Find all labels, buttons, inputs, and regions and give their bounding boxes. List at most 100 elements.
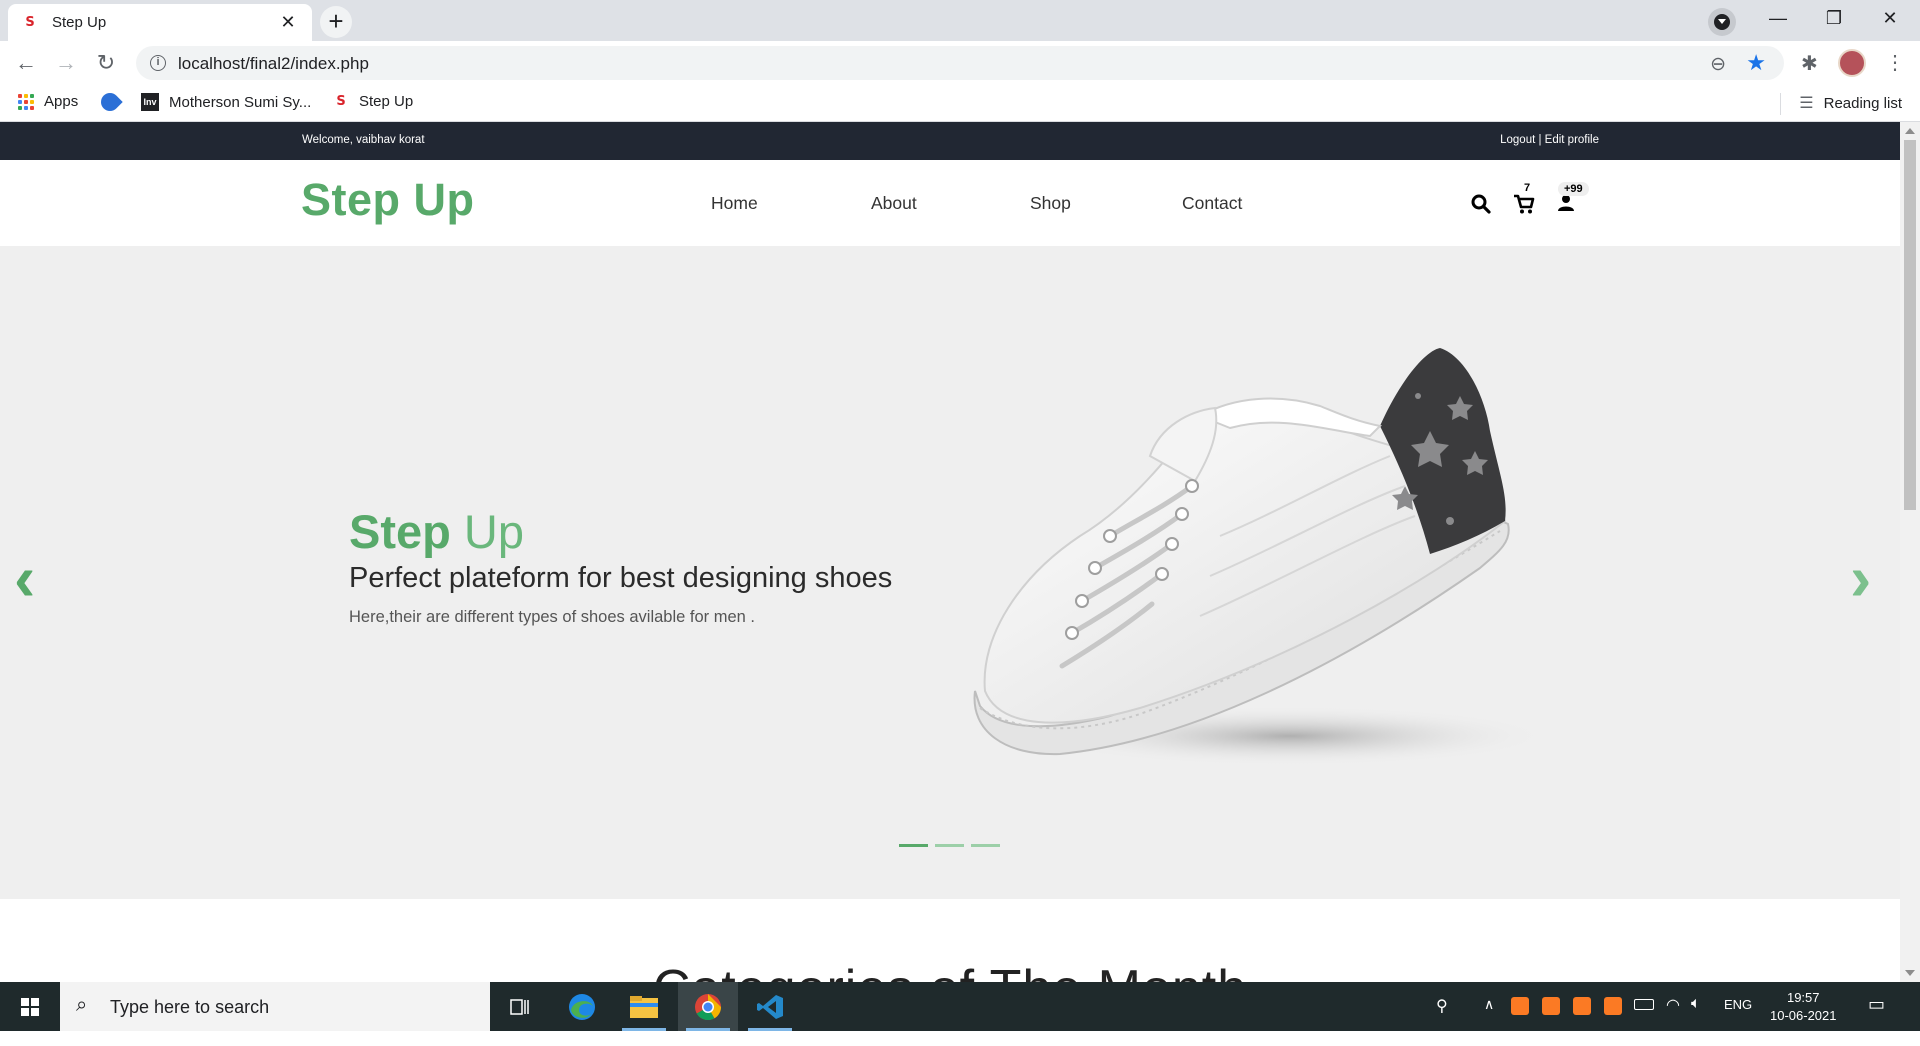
- nav-shop[interactable]: Shop: [1030, 193, 1071, 214]
- page-viewport: Welcome, vaibhav korat Logout | Edit pro…: [0, 122, 1900, 982]
- sneaker-image: [973, 348, 1540, 766]
- welcome-text: Welcome, vaibhav korat: [302, 134, 425, 146]
- site-favicon-icon: S: [333, 93, 349, 110]
- account-links[interactable]: Logout | Edit profile: [1500, 134, 1599, 146]
- url-text: localhost/final2/index.php: [178, 54, 369, 73]
- battery-icon[interactable]: [1634, 999, 1654, 1010]
- close-window-icon[interactable]: ✕: [1862, 0, 1918, 36]
- search-icon: ⌕: [76, 994, 88, 1016]
- bookmark-apps[interactable]: Apps: [18, 93, 78, 110]
- page-scrollbar[interactable]: [1900, 122, 1920, 982]
- close-tab-icon[interactable]: ✕: [278, 12, 298, 33]
- carousel-dot[interactable]: [971, 844, 1000, 847]
- hero-title-light: Up: [463, 505, 525, 558]
- people-icon[interactable]: ⚲: [1436, 996, 1448, 1045]
- taskbar-search-placeholder: Type here to search: [110, 997, 270, 1017]
- language-indicator[interactable]: ENG: [1724, 997, 1752, 1046]
- volume-icon[interactable]: 🔈︎: [1691, 995, 1701, 1044]
- hero-title-bold: Step: [349, 505, 451, 558]
- extensions-puzzle-icon[interactable]: ✱: [1801, 51, 1818, 76]
- notifications-icon[interactable]: ▭: [1868, 994, 1885, 1043]
- new-tab-button[interactable]: +: [320, 6, 352, 38]
- carousel-next-arrow-icon[interactable]: ›: [1850, 546, 1871, 610]
- tag-icon: [97, 89, 123, 115]
- bookmark-label: Apps: [44, 93, 79, 110]
- reading-list-icon: ☰: [1799, 95, 1814, 112]
- address-bar[interactable]: i localhost/final2/index.php ⊖ ★: [136, 46, 1784, 80]
- cart-icon[interactable]: [1513, 193, 1535, 215]
- search-icon[interactable]: [1471, 194, 1491, 214]
- top-info-bar: Welcome, vaibhav korat Logout | Edit pro…: [0, 122, 1900, 160]
- hero-subtitle: Perfect plateform for best designing sho…: [349, 562, 893, 594]
- nav-about[interactable]: About: [871, 193, 917, 214]
- minimize-icon[interactable]: —: [1750, 0, 1806, 36]
- categories-section: Categories of The Month: [0, 899, 1900, 982]
- bookmarks-bar: Apps Inv Motherson Sumi Sy... S Step Up …: [0, 85, 1920, 122]
- task-view-button[interactable]: [490, 982, 550, 1031]
- browser-menu-icon[interactable]: ⋮: [1885, 50, 1905, 75]
- scroll-up-arrow-icon[interactable]: [1905, 128, 1915, 134]
- carousel-indicators: [899, 844, 1000, 847]
- site-logo[interactable]: Step Up: [301, 174, 475, 226]
- nav-home[interactable]: Home: [711, 193, 758, 214]
- back-icon[interactable]: ←: [10, 47, 42, 79]
- chrome-app[interactable]: [678, 982, 738, 1031]
- browser-toolbar: ← → ↻ i localhost/final2/index.php ⊖ ★ ✱: [0, 41, 1920, 85]
- wifi-icon[interactable]: ◠: [1666, 995, 1680, 1044]
- bookmark-stepup[interactable]: S Step Up: [333, 93, 413, 110]
- hero-carousel: ‹ › Step Up Perfect plateform for best d…: [0, 246, 1900, 899]
- windows-taskbar: ⌕ Type here to search ⚲ ∧ ◠ 🔈︎ ENG 19:57…: [0, 982, 1920, 1031]
- edge-browser-icon: [569, 994, 595, 1020]
- hero-description: Here,their are different types of shoes …: [349, 608, 755, 626]
- profile-avatar[interactable]: [1838, 49, 1866, 77]
- browser-tab[interactable]: S Step Up ✕: [8, 4, 312, 41]
- task-view-icon: [510, 999, 529, 1015]
- user-notification-badge: +99: [1558, 182, 1589, 196]
- carousel-dot[interactable]: [899, 844, 928, 847]
- bookmark-blue-tag[interactable]: [97, 89, 123, 115]
- bookmark-star-icon[interactable]: ★: [1746, 50, 1766, 76]
- site-header: Step Up Home About Shop Contact 7 +99: [0, 160, 1900, 246]
- restore-icon[interactable]: ❐: [1806, 0, 1862, 36]
- reading-list-label: Reading list: [1823, 94, 1902, 112]
- apps-grid-icon: [18, 93, 34, 110]
- taskbar-search-box[interactable]: ⌕ Type here to search: [60, 982, 490, 1031]
- nav-contact[interactable]: Contact: [1182, 193, 1242, 214]
- inv-logo-icon: Inv: [141, 93, 159, 111]
- user-icon[interactable]: [1557, 194, 1575, 212]
- carousel-dot[interactable]: [935, 844, 964, 847]
- tab-search-icon[interactable]: [1708, 8, 1736, 36]
- reading-list-button[interactable]: ☰ Reading list: [1799, 93, 1902, 113]
- xampp-icon[interactable]: [1542, 997, 1560, 1015]
- hero-title: Step Up: [349, 504, 524, 559]
- scroll-down-arrow-icon[interactable]: [1905, 970, 1915, 976]
- site-info-icon[interactable]: i: [150, 55, 166, 71]
- tab-title: Step Up: [52, 14, 107, 31]
- xampp-icon[interactable]: [1511, 997, 1529, 1015]
- file-explorer-app[interactable]: [614, 982, 674, 1031]
- show-hidden-icons-chevron-icon[interactable]: ∧: [1484, 996, 1494, 1045]
- xampp-icon[interactable]: [1604, 997, 1622, 1015]
- browser-tab-strip: S Step Up ✕ + — ❐ ✕: [0, 0, 1920, 41]
- zoom-icon[interactable]: ⊖: [1710, 53, 1726, 76]
- chrome-icon: [695, 994, 722, 1021]
- folder-icon: [630, 996, 658, 1018]
- bookmark-motherson[interactable]: Inv Motherson Sumi Sy...: [141, 93, 311, 111]
- xampp-icon[interactable]: [1573, 997, 1591, 1015]
- carousel-prev-arrow-icon[interactable]: ‹: [14, 546, 35, 610]
- start-button[interactable]: [0, 982, 60, 1031]
- edge-app[interactable]: [552, 982, 612, 1031]
- windows-logo-icon: [21, 998, 39, 1016]
- clock-time: 19:57: [1786, 990, 1820, 1005]
- bookmark-label: Motherson Sumi Sy...: [169, 93, 312, 111]
- vscode-app[interactable]: [740, 982, 800, 1031]
- system-clock[interactable]: 19:57 10-06-2021: [1770, 989, 1837, 1025]
- section-title: Categories of The Month: [0, 959, 1900, 982]
- bookmark-label: Step Up: [359, 93, 414, 110]
- bookmarks-divider: [1780, 93, 1781, 115]
- clock-date: 10-06-2021: [1770, 1008, 1837, 1023]
- scroll-thumb[interactable]: [1904, 140, 1916, 510]
- site-favicon-icon: S: [22, 14, 38, 31]
- forward-icon[interactable]: →: [50, 47, 82, 79]
- reload-icon[interactable]: ↻: [90, 47, 122, 79]
